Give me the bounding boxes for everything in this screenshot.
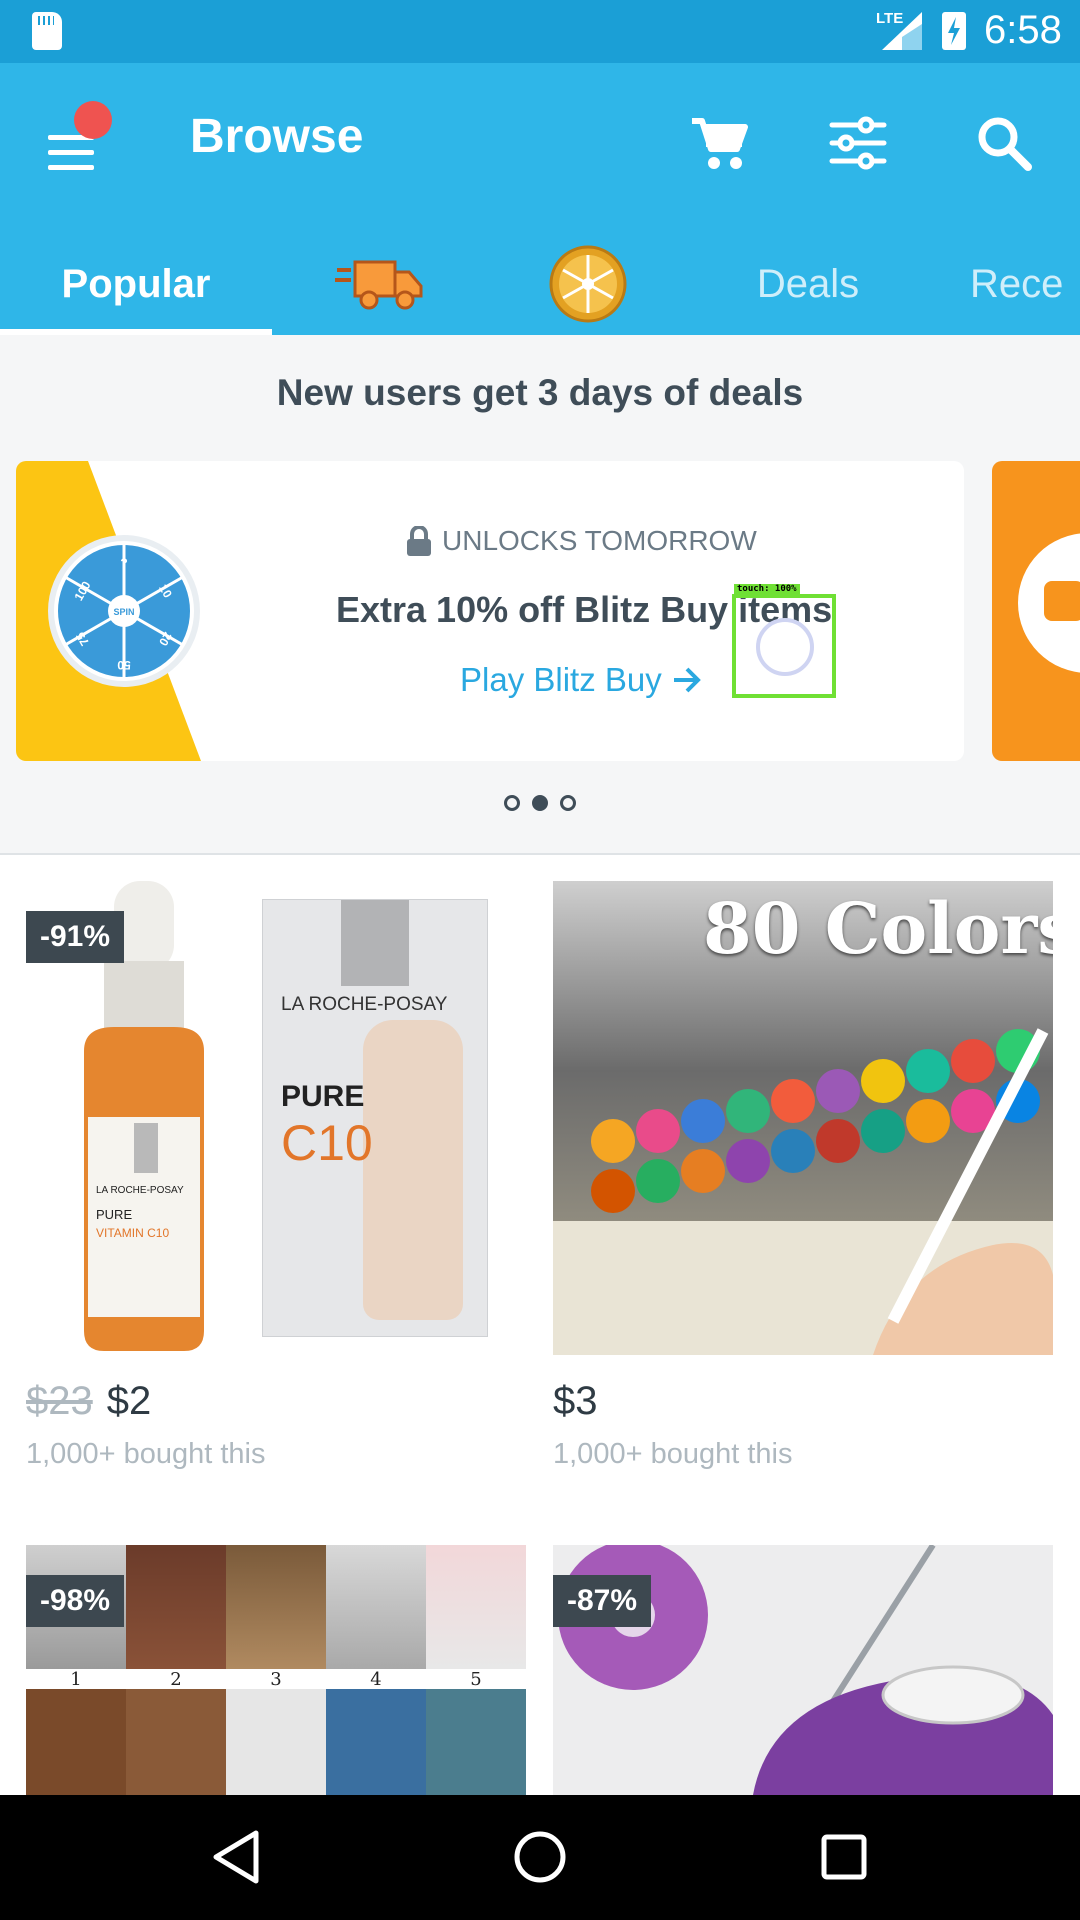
- price-row: $3: [553, 1379, 1053, 1424]
- promo-heading: New users get 3 days of deals: [276, 372, 804, 413]
- product-image: LA ROCHE-POSAY PURE VITAMIN C10 LA ROCHE…: [26, 881, 526, 1355]
- image-headline: 80 Colors: [703, 887, 1053, 970]
- original-price: $23: [26, 1379, 93, 1423]
- serum-box-image: LA ROCHE-POSAY PURE C10: [262, 899, 488, 1337]
- discount-badge: -98%: [26, 1575, 125, 1627]
- battery-charging-icon: [942, 12, 966, 50]
- lock-icon: [407, 526, 431, 556]
- tab-blitz-buy[interactable]: [540, 233, 636, 335]
- status-bar: LTE 6:58: [0, 0, 1080, 63]
- tab-deals[interactable]: Deals: [720, 233, 896, 335]
- blitz-wheel-icon: [549, 245, 627, 323]
- system-navigation-bar: [0, 1795, 1080, 1920]
- filter-icon[interactable]: [822, 107, 894, 179]
- unlock-notice: UNLOCKS TOMORROW: [406, 525, 757, 557]
- search-icon[interactable]: [968, 107, 1040, 179]
- signal-icon: [882, 12, 922, 50]
- carousel-indicator: [504, 795, 576, 811]
- play-blitz-buy-link[interactable]: Play Blitz Buy: [460, 661, 702, 699]
- touch-ripple: [756, 618, 814, 676]
- product-grid: LA ROCHE-POSAY PURE VITAMIN C10 LA ROCHE…: [0, 855, 1080, 1795]
- spin-wheel-icon: ? 10 20 50 75 100 SPIN: [48, 535, 200, 687]
- touch-indicator-label: touch: 100%: [734, 584, 800, 594]
- bottle-product: VITAMIN C10: [96, 1226, 169, 1240]
- sd-card-icon: [32, 12, 62, 50]
- app-bar: Browse Popular Deals Rece: [0, 63, 1080, 335]
- discount-badge: -91%: [26, 911, 125, 963]
- tab-indicator: [0, 329, 272, 335]
- wheel-label: 50: [117, 658, 131, 672]
- clock: 6:58: [984, 8, 1062, 52]
- price-row: $23 $2: [26, 1379, 526, 1424]
- promo-card-next[interactable]: [992, 461, 1080, 761]
- unlock-text: UNLOCKS TOMORROW: [442, 525, 757, 556]
- wheel-label: ?: [120, 556, 127, 570]
- product-card[interactable]: 80 Colors $3 1,000+ bought this: [553, 881, 1053, 1471]
- product-card[interactable]: LA ROCHE-POSAY PURE VITAMIN C10 LA ROCHE…: [26, 881, 526, 1471]
- sale-price: $3: [553, 1379, 598, 1423]
- bottle-line: PURE: [96, 1207, 132, 1222]
- tab-recent[interactable]: Rece: [970, 233, 1080, 335]
- carousel-dot[interactable]: [504, 795, 520, 811]
- bottle-brand: LA ROCHE-POSAY: [96, 1185, 184, 1196]
- carousel-dot[interactable]: [560, 795, 576, 811]
- tab-bar: Popular Deals Rece: [0, 233, 1080, 335]
- product-image: -87%: [553, 1545, 1053, 1795]
- purchase-count: 1,000+ bought this: [26, 1438, 266, 1470]
- arrow-right-icon: [673, 667, 701, 693]
- link-label: Play Blitz Buy: [460, 661, 662, 698]
- tab-popular[interactable]: Popular: [0, 233, 272, 335]
- cart-icon[interactable]: [684, 107, 756, 179]
- tab-label: Rece: [970, 261, 1064, 306]
- purchase-count: 1,000+ bought this: [553, 1438, 793, 1470]
- truck-icon: [1044, 581, 1080, 621]
- recent-apps-icon[interactable]: [812, 1825, 876, 1889]
- product-image: 80 Colors: [553, 881, 1053, 1355]
- page-title: Browse: [190, 110, 364, 163]
- wheel-center-label: SPIN: [113, 607, 134, 617]
- carousel-dot-active[interactable]: [532, 795, 548, 811]
- box-product: C10: [281, 1115, 373, 1171]
- product-card[interactable]: -87%: [553, 1545, 1053, 1795]
- box-brand: LA ROCHE-POSAY: [281, 994, 448, 1015]
- product-card[interactable]: 1 2 3 4 5 -98%: [26, 1545, 526, 1795]
- discount-badge: -87%: [553, 1575, 652, 1627]
- home-icon[interactable]: [508, 1825, 572, 1889]
- tab-fast-shipping[interactable]: [320, 233, 440, 335]
- notification-dot: [74, 101, 112, 139]
- tab-label: Deals: [756, 261, 860, 306]
- product-image: 1 2 3 4 5 -98%: [26, 1545, 526, 1795]
- truck-icon: [335, 260, 423, 310]
- tab-label: Popular: [61, 261, 211, 306]
- box-line: PURE: [281, 1080, 365, 1113]
- screen: LTE 6:58 Browse Popular Deals Rece New u…: [0, 0, 1080, 1920]
- sale-price: $2: [106, 1379, 152, 1423]
- back-icon[interactable]: [206, 1825, 270, 1889]
